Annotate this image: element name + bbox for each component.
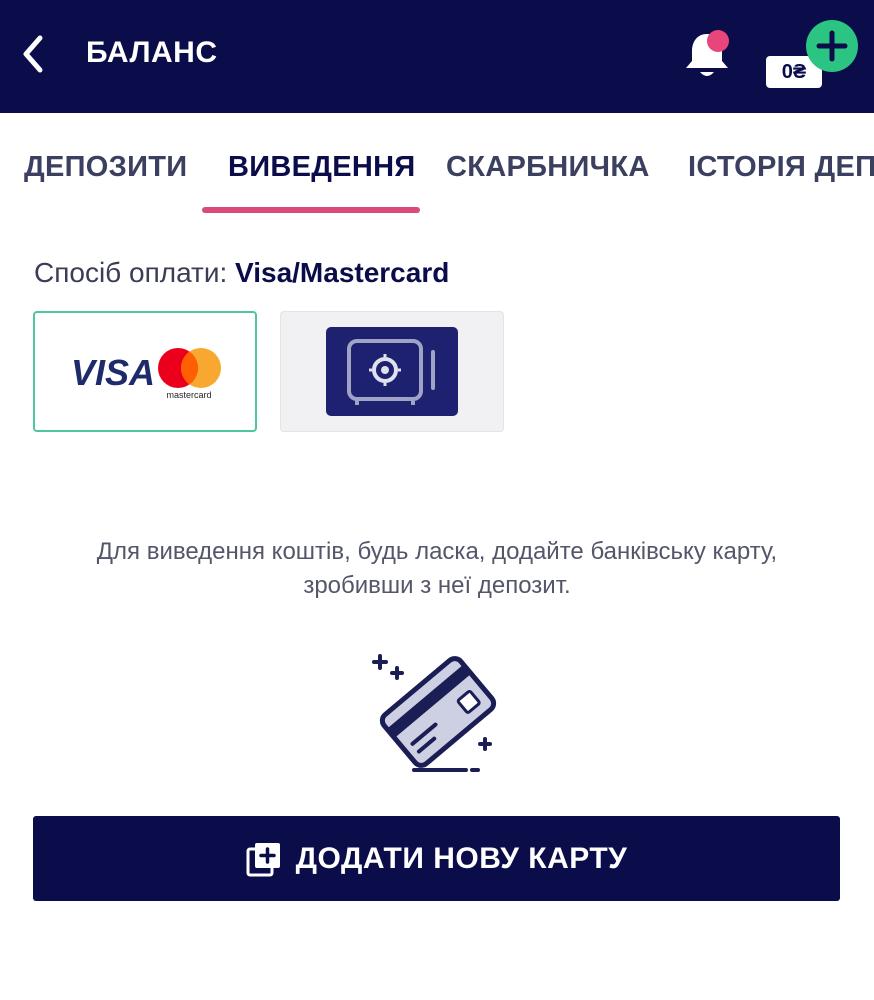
- app-header: БАЛАНС 0₴: [0, 0, 874, 113]
- balance-tabs: ДЕПОЗИТИ ВИВЕДЕННЯ СКАРБНИЧКА ІСТОРІЯ ДЕ…: [0, 113, 874, 223]
- notification-badge: [707, 30, 729, 52]
- info-line-2: зробивши з неї депозит.: [303, 572, 571, 599]
- add-card-icon: [246, 842, 280, 876]
- bank-card-illustration-icon: [372, 654, 497, 772]
- info-line-1: Для виведення коштів, будь ласка, додайт…: [96, 538, 778, 565]
- visa-mastercard-logo: VISA mastercard: [71, 348, 221, 400]
- payment-method-visa-mastercard[interactable]: VISA mastercard: [33, 311, 257, 432]
- active-tab-indicator: [202, 207, 420, 213]
- add-new-card-button[interactable]: ДОДАТИ НОВУ КАРТУ: [33, 816, 840, 901]
- add-funds-button[interactable]: [806, 20, 858, 72]
- tab-withdrawal[interactable]: ВИВЕДЕННЯ: [228, 151, 416, 184]
- tab-deposits[interactable]: ДЕПОЗИТИ: [24, 151, 187, 184]
- back-button[interactable]: [14, 30, 54, 78]
- tab-deposit-history[interactable]: ІСТОРІЯ ДЕПОЗИТІВ: [688, 151, 874, 184]
- payment-method-line: Спосіб оплати: Visa/Mastercard: [34, 257, 449, 289]
- add-new-card-label: ДОДАТИ НОВУ КАРТУ: [295, 841, 628, 875]
- payment-method-value: Visa/Mastercard: [235, 257, 450, 288]
- plus-icon: [816, 30, 848, 62]
- payment-method-safe[interactable]: [280, 311, 504, 432]
- mastercard-text: mastercard: [166, 390, 211, 400]
- page-title: БАЛАНС: [86, 36, 218, 69]
- safe-icon: [326, 327, 458, 416]
- withdrawal-info-text: Для виведення коштів, будь ласка, додайт…: [40, 535, 834, 603]
- visa-text: VISA: [71, 352, 155, 393]
- payment-method-label: Спосіб оплати:: [34, 257, 228, 288]
- tab-piggy-bank[interactable]: СКАРБНИЧКА: [446, 151, 650, 184]
- chevron-left-icon: [23, 35, 43, 73]
